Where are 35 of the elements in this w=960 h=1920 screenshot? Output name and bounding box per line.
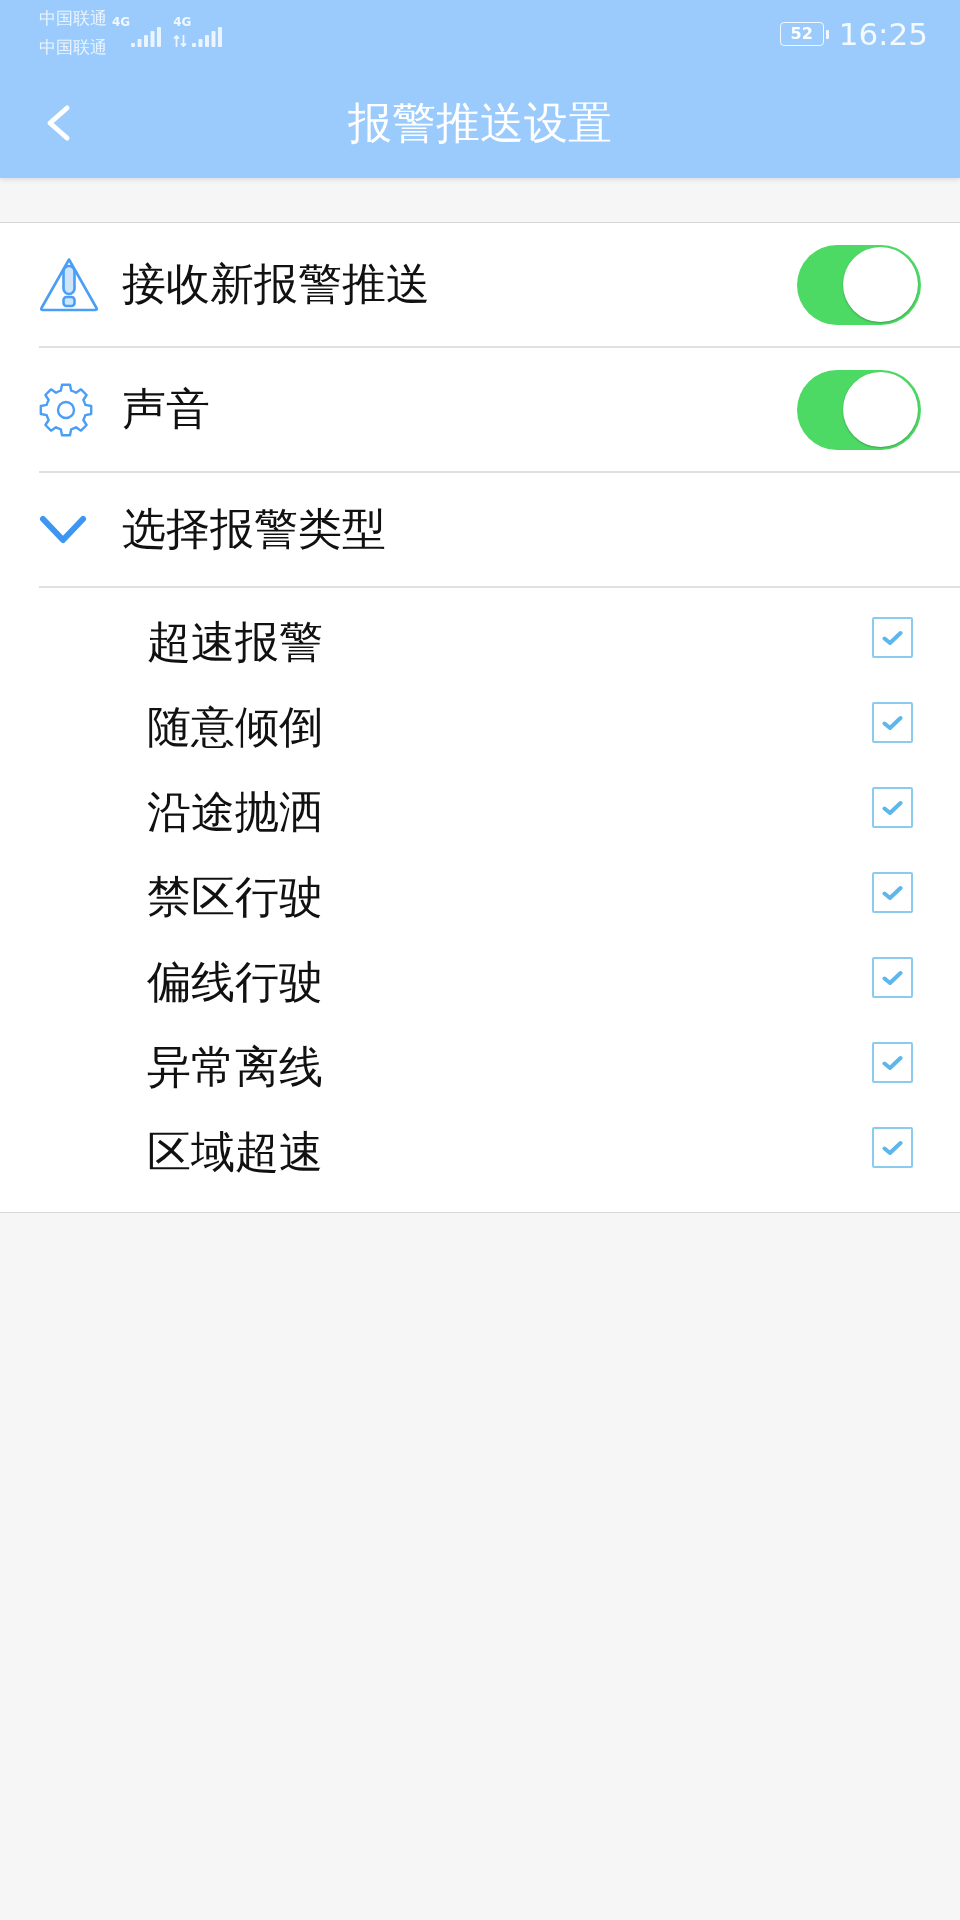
check-icon bbox=[882, 799, 903, 816]
alarm-type-label: 随意倾倒 bbox=[147, 701, 323, 754]
checkbox[interactable] bbox=[872, 1042, 913, 1083]
alarm-type-label: 异常离线 bbox=[147, 1041, 323, 1094]
check-icon bbox=[882, 884, 903, 901]
warning-icon bbox=[39, 257, 99, 312]
battery-indicator: 52 bbox=[779, 22, 829, 46]
carrier-name: 中国联通 bbox=[39, 7, 107, 30]
check-icon bbox=[882, 1139, 903, 1156]
signal-icon bbox=[192, 27, 223, 47]
alarm-type-label: 超速报警 bbox=[147, 616, 323, 669]
gear-icon bbox=[39, 382, 93, 437]
check-icon bbox=[882, 629, 903, 646]
checkbox[interactable] bbox=[872, 702, 913, 743]
check-icon bbox=[882, 969, 903, 986]
alarm-type-label: 区域超速 bbox=[147, 1126, 323, 1179]
carrier-name: 中国联通 bbox=[39, 36, 107, 59]
checkbox[interactable] bbox=[872, 872, 913, 913]
setting-label: 接收新报警推送 bbox=[122, 258, 430, 311]
setting-label: 声音 bbox=[122, 383, 210, 436]
setting-label: 选择报警类型 bbox=[122, 503, 386, 556]
network-type-label: 4G bbox=[173, 15, 192, 29]
check-icon bbox=[882, 1054, 903, 1071]
chevron-down-icon[interactable] bbox=[39, 514, 87, 545]
checkbox[interactable] bbox=[872, 617, 913, 658]
checkbox[interactable] bbox=[872, 1127, 913, 1168]
alarm-type-label: 沿途抛洒 bbox=[147, 786, 323, 839]
status-time: 16:25 bbox=[838, 18, 928, 50]
page-title: 报警推送设置 bbox=[348, 96, 612, 150]
alarm-type-label: 偏线行驶 bbox=[147, 956, 323, 1009]
checkbox[interactable] bbox=[872, 957, 913, 998]
check-icon bbox=[882, 714, 903, 731]
network-type-label: 4G bbox=[112, 15, 131, 29]
alarm-type-label: 禁区行驶 bbox=[147, 871, 323, 924]
checkbox[interactable] bbox=[872, 787, 913, 828]
